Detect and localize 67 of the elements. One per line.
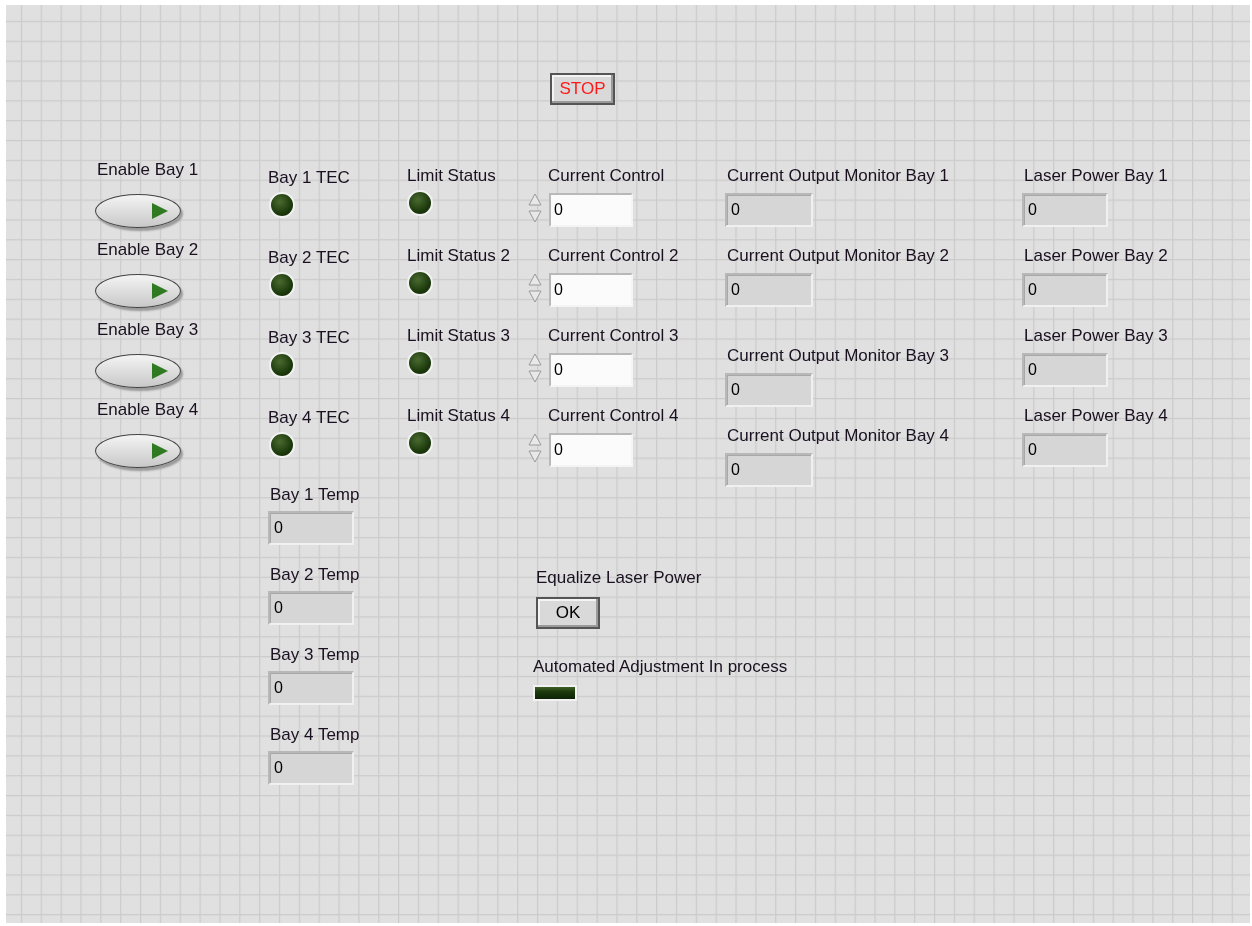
control-label: Bay 1 Temp	[270, 485, 360, 505]
down-arrow-icon	[528, 370, 542, 383]
control-label: Enable Bay 4	[97, 400, 199, 420]
number-field[interactable]: 0	[549, 353, 633, 387]
increment-button[interactable]	[527, 431, 543, 448]
increment-button[interactable]	[527, 351, 543, 368]
numeric-indicator: 0	[268, 671, 354, 705]
control-label: Current Output Monitor Bay 1	[727, 166, 950, 186]
numeric-indicator: 0	[1022, 273, 1108, 307]
control-label: Laser Power Bay 1	[1024, 166, 1168, 186]
control-label: Current Control 2	[548, 246, 679, 266]
numeric-indicator: 0	[268, 511, 354, 545]
triangle-icon	[150, 361, 170, 381]
control-label: Laser Power Bay 2	[1024, 246, 1168, 266]
increment-button[interactable]	[527, 271, 543, 288]
numeric-indicator: 0	[1022, 433, 1108, 467]
up-arrow-icon	[528, 273, 542, 286]
control-label: Limit Status 3	[407, 326, 510, 346]
down-arrow-icon	[528, 290, 542, 303]
control-label: Limit Status 4	[407, 406, 510, 426]
control-label: Bay 2 Temp	[270, 565, 360, 585]
control-label: Laser Power Bay 3	[1024, 326, 1168, 346]
control-label: Enable Bay 1	[97, 160, 199, 180]
number-field[interactable]: 0	[549, 273, 633, 307]
control-label: Bay 4 Temp	[270, 725, 360, 745]
triangle-icon	[150, 201, 170, 221]
control-label: Current Control	[548, 166, 665, 186]
numeric-indicator: 0	[725, 373, 813, 407]
numeric-indicator: 0	[725, 193, 813, 227]
number-field[interactable]: 0	[549, 433, 633, 467]
decrement-button[interactable]	[527, 448, 543, 465]
control-label: Equalize Laser Power	[536, 568, 702, 588]
triangle-icon	[150, 441, 170, 461]
up-arrow-icon	[528, 193, 542, 206]
numeric-indicator: 0	[725, 453, 813, 487]
control-label: Laser Power Bay 4	[1024, 406, 1168, 426]
control-label: Enable Bay 2	[97, 240, 199, 260]
numeric-indicator: 0	[725, 273, 813, 307]
control-label: Current Output Monitor Bay 4	[727, 426, 950, 446]
ok-button[interactable]: OK	[536, 597, 600, 629]
control-label: Current Output Monitor Bay 2	[727, 246, 950, 266]
up-arrow-icon	[528, 433, 542, 446]
decrement-button[interactable]	[527, 208, 543, 225]
control-label: Enable Bay 3	[97, 320, 199, 340]
control-label: Limit Status 2	[407, 246, 510, 266]
number-field[interactable]: 0	[549, 193, 633, 227]
numeric-indicator: 0	[268, 751, 354, 785]
down-arrow-icon	[528, 210, 542, 223]
control-label: Bay 3 TEC	[268, 328, 350, 348]
down-arrow-icon	[528, 450, 542, 463]
up-arrow-icon	[528, 353, 542, 366]
control-label: Bay 4 TEC	[268, 408, 350, 428]
control-label: Limit Status	[407, 166, 496, 186]
control-label: Current Control 3	[548, 326, 679, 346]
numeric-indicator: 0	[1022, 353, 1108, 387]
control-label: Bay 2 TEC	[268, 248, 350, 268]
control-label: Current Output Monitor Bay 3	[727, 346, 950, 366]
control-label: Bay 3 Temp	[270, 645, 360, 665]
decrement-button[interactable]	[527, 288, 543, 305]
decrement-button[interactable]	[527, 368, 543, 385]
numeric-indicator: 0	[268, 591, 354, 625]
increment-button[interactable]	[527, 191, 543, 208]
control-label: Automated Adjustment In process	[533, 657, 788, 677]
numeric-indicator: 0	[1022, 193, 1108, 227]
control-label: Bay 1 TEC	[268, 168, 350, 188]
triangle-icon	[150, 281, 170, 301]
control-label: Current Control 4	[548, 406, 679, 426]
